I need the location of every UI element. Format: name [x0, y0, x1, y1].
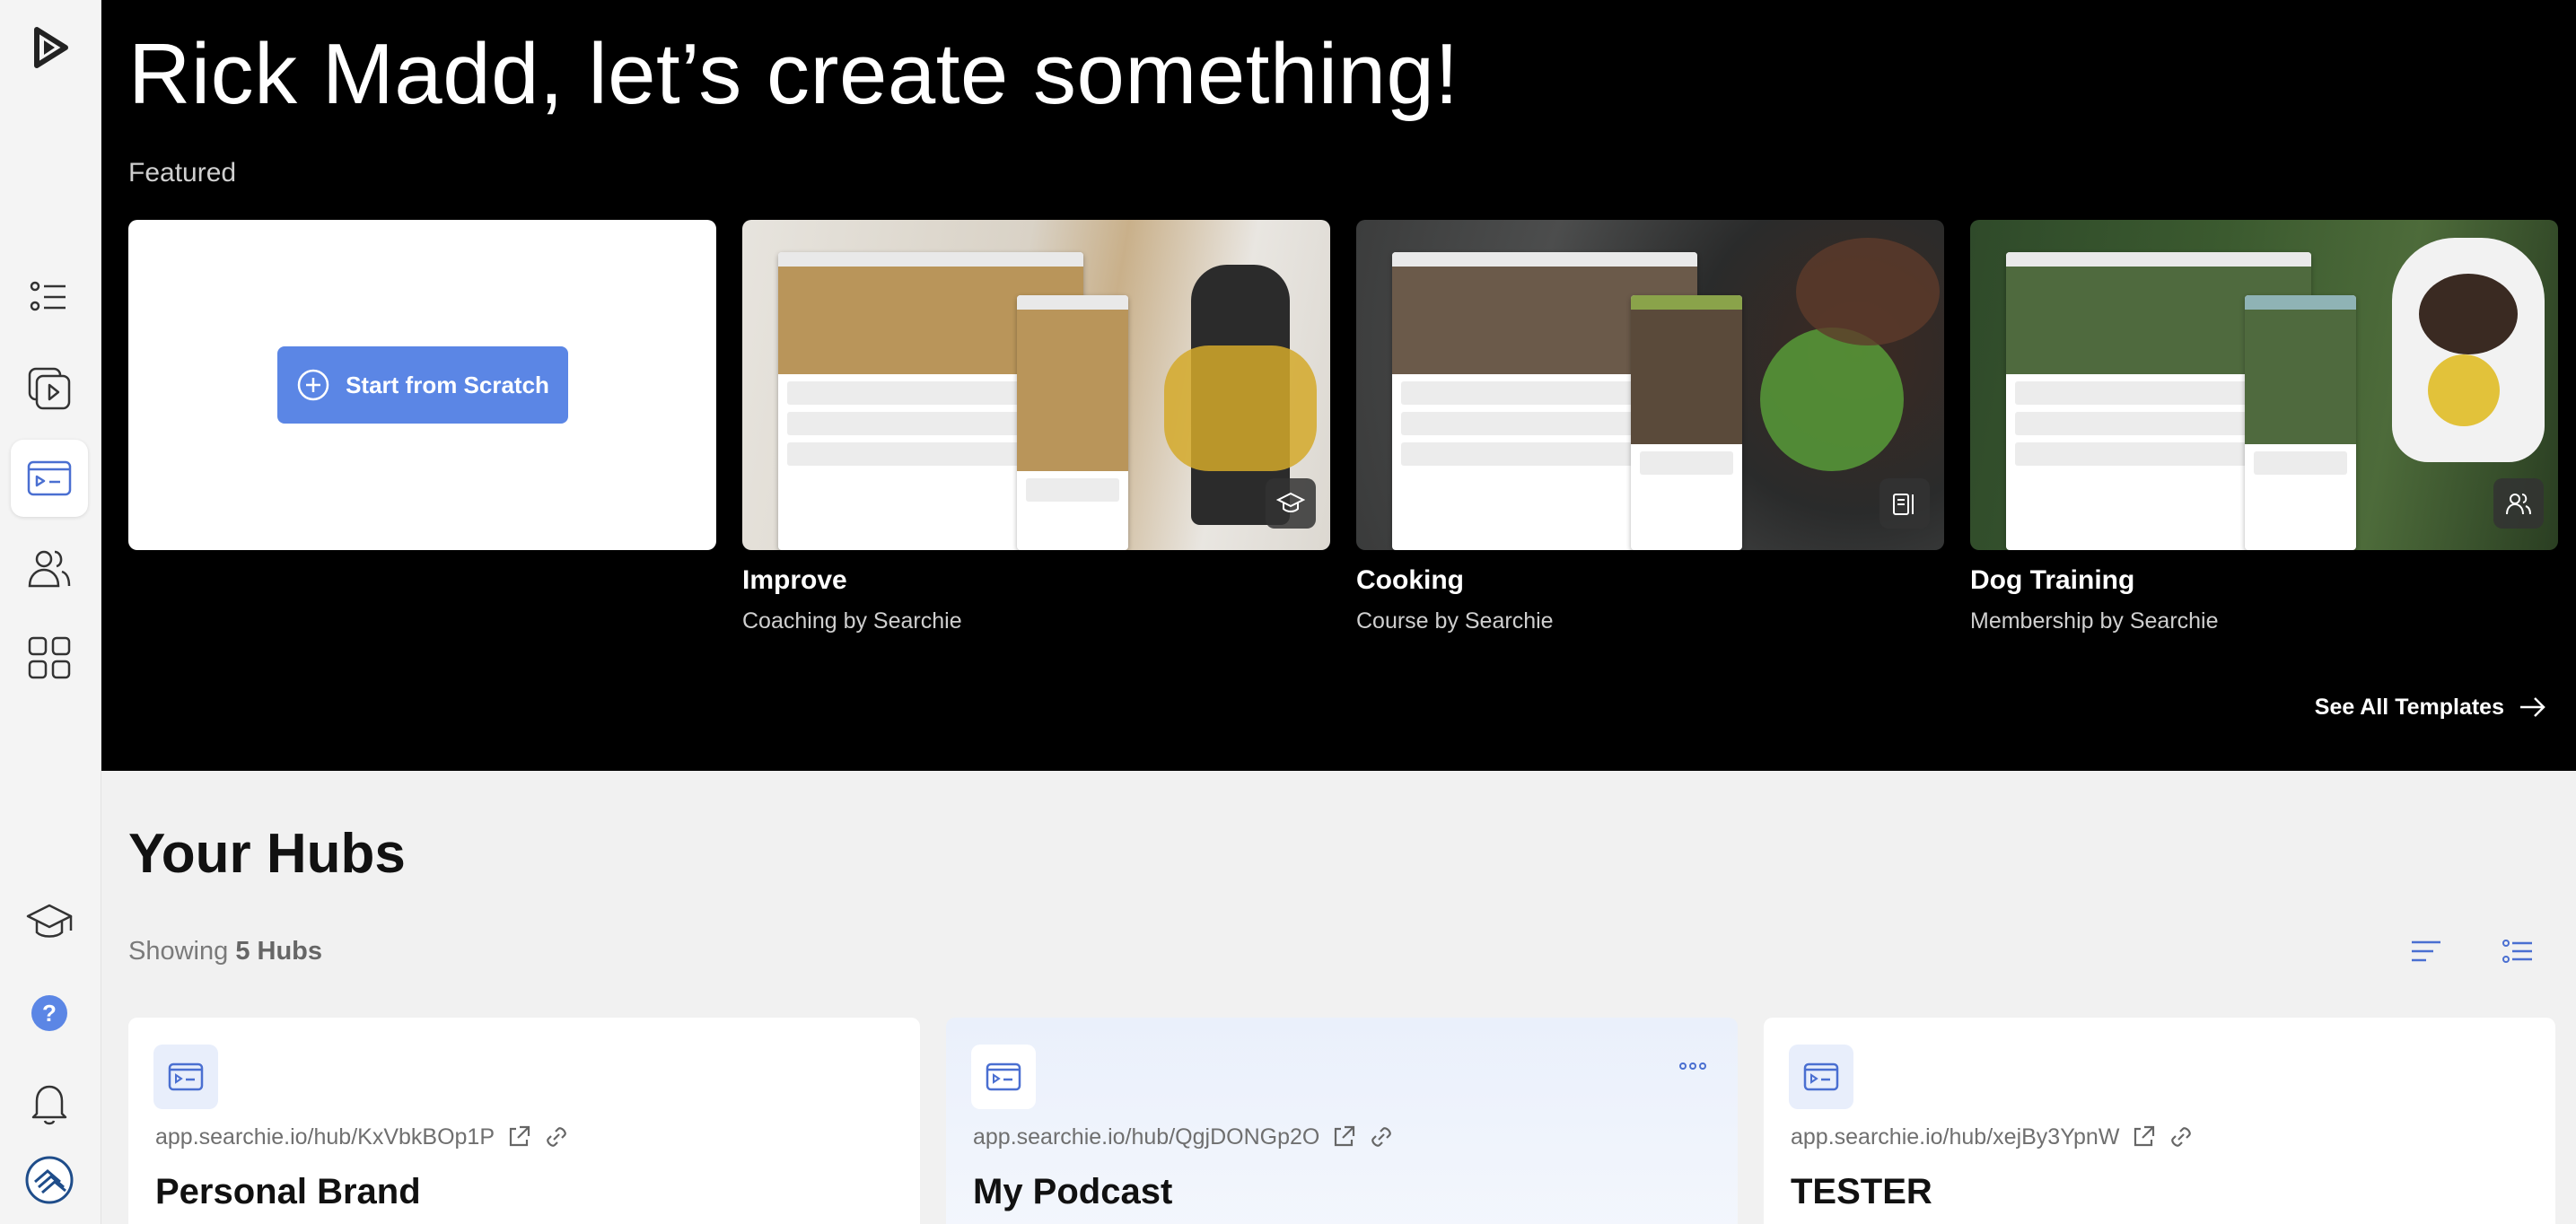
list-view-button[interactable] [2497, 933, 2538, 969]
copy-link-icon[interactable] [543, 1123, 570, 1150]
more-dots-icon [1679, 1062, 1706, 1070]
avatar-icon [25, 1156, 74, 1204]
template-name: Dog Training [1970, 565, 2135, 595]
hubs-heading: Your Hubs [128, 823, 406, 885]
template-subtitle: Course by Searchie [1356, 608, 1554, 634]
external-link-icon[interactable] [1330, 1123, 1357, 1150]
svg-text:?: ? [42, 1000, 57, 1027]
hub-icon [168, 1062, 204, 1091]
external-link-icon[interactable] [505, 1123, 532, 1150]
template-preview-image [1970, 220, 2558, 550]
play-logo-icon [34, 27, 68, 68]
bell-icon [31, 1085, 67, 1125]
see-all-label: See All Templates [2314, 694, 2504, 720]
hub-url-text: app.searchie.io/hub/KxVbkBOp1P [155, 1123, 495, 1150]
grid-icon [28, 636, 71, 679]
users-icon [28, 550, 71, 588]
copy-link-icon[interactable] [1368, 1123, 1395, 1150]
copy-link-icon[interactable] [2168, 1123, 2195, 1150]
template-card-improve[interactable] [742, 220, 1330, 550]
sidebar-item-people[interactable] [11, 529, 88, 607]
template-type-badge [1879, 478, 1930, 529]
hub-icon [1803, 1062, 1839, 1091]
help-icon: ? [31, 995, 67, 1031]
hub-more-button[interactable] [1675, 1055, 1711, 1077]
graduation-cap-icon [26, 904, 73, 938]
hub-name: My Podcast [973, 1172, 1173, 1211]
hub-url-text: app.searchie.io/hub/xejBy3YpnW [1791, 1123, 2120, 1150]
template-subtitle: Coaching by Searchie [742, 608, 962, 634]
user-avatar[interactable] [11, 1141, 88, 1219]
template-name: Improve [742, 565, 847, 595]
plus-circle-icon [297, 369, 329, 401]
see-all-templates-link[interactable]: See All Templates [2315, 691, 2549, 723]
sidebar-item-hubs[interactable] [11, 440, 88, 517]
showing-prefix: Showing [128, 937, 236, 966]
graduation-cap-icon [1276, 492, 1305, 512]
hubs-count: Showing 5 Hubs [128, 937, 322, 966]
sidebar-item-academy[interactable] [11, 883, 88, 960]
page-title: Rick Madd, let’s create something! [128, 26, 1459, 122]
hub-url: app.searchie.io/hub/xejBy3YpnW [1791, 1123, 2195, 1150]
hub-icon [986, 1062, 1021, 1091]
hero-section: Rick Madd, let’s create something! Featu… [101, 0, 2576, 771]
showing-count: 5 Hubs [235, 937, 322, 966]
template-card-dog-training[interactable] [1970, 220, 2558, 550]
hub-name: Personal Brand [155, 1172, 421, 1211]
users-icon [2506, 494, 2531, 515]
template-card-cooking[interactable] [1356, 220, 1944, 550]
featured-label: Featured [128, 158, 237, 188]
video-library-icon [28, 367, 71, 410]
hub-url: app.searchie.io/hub/QgjDONGp2O [973, 1123, 1395, 1150]
sidebar-item-list[interactable] [11, 258, 88, 336]
hub-card-icon [1789, 1045, 1853, 1109]
start-from-scratch-label: Start from Scratch [346, 371, 549, 398]
template-type-badge [1266, 478, 1316, 529]
template-preview-image [1356, 220, 1944, 550]
template-subtitle: Membership by Searchie [1970, 608, 2219, 634]
recipe-book-icon [1893, 494, 1914, 515]
dog-ball [2428, 354, 2500, 426]
arrow-right-icon [2520, 697, 2545, 717]
app-logo[interactable] [11, 9, 88, 86]
template-preview-image [742, 220, 1330, 550]
hub-icon [27, 460, 72, 496]
start-from-scratch-card[interactable]: Start from Scratch [128, 220, 716, 550]
start-from-scratch-button[interactable]: Start from Scratch [276, 346, 568, 424]
hub-card-icon [971, 1045, 1036, 1109]
sidebar-item-notifications[interactable] [11, 1064, 88, 1141]
hub-name: TESTER [1791, 1172, 1932, 1211]
hub-url-text: app.searchie.io/hub/QgjDONGp2O [973, 1123, 1320, 1150]
list-view-icon [2502, 940, 2532, 963]
template-type-badge [2493, 478, 2544, 529]
hub-card[interactable]: app.searchie.io/hub/KxVbkBOp1P Personal … [128, 1018, 920, 1224]
hub-card[interactable]: app.searchie.io/hub/QgjDONGp2O My Podcas… [946, 1018, 1738, 1224]
hub-url: app.searchie.io/hub/KxVbkBOp1P [155, 1123, 570, 1150]
salad-leaf [1760, 328, 1904, 471]
external-link-icon[interactable] [2130, 1123, 2157, 1150]
dog-head [2419, 274, 2518, 354]
template-name: Cooking [1356, 565, 1464, 595]
hub-card[interactable]: app.searchie.io/hub/xejBy3YpnW TESTER [1764, 1018, 2555, 1224]
sort-icon [2412, 940, 2440, 962]
sidebar: ? [0, 0, 101, 1224]
yellow-chair [1164, 345, 1317, 471]
sidebar-item-apps[interactable] [11, 619, 88, 696]
sidebar-item-media[interactable] [11, 350, 88, 427]
hub-card-icon [153, 1045, 218, 1109]
list-icon [30, 281, 66, 311]
food-bowl [1796, 238, 1940, 345]
sort-button[interactable] [2405, 933, 2447, 969]
sidebar-item-help[interactable]: ? [11, 975, 88, 1052]
